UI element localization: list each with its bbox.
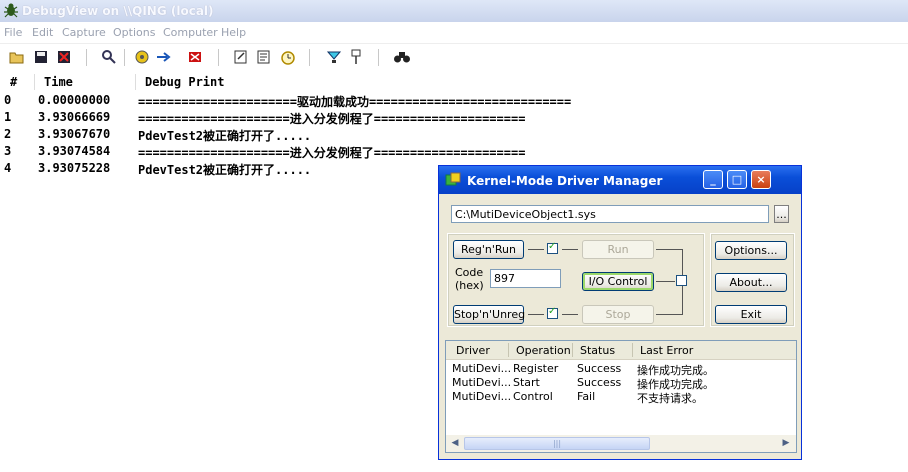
connector-line <box>562 249 578 250</box>
column-header-operation[interactable]: Operation <box>516 344 571 357</box>
menu-bar: File Edit Capture Options Computer Help <box>0 23 908 42</box>
maximize-icon[interactable]: □ <box>727 170 747 189</box>
io-control-checkbox[interactable] <box>676 275 687 286</box>
window-title: DebugView on \\QING (local) <box>22 4 214 18</box>
list-item[interactable]: MutiDevi... Register Success 操作成功完成。 <box>446 362 796 377</box>
list-item[interactable]: MutiDevi... Start Success 操作成功完成。 <box>446 376 796 391</box>
bracket-line <box>656 281 675 282</box>
menu-capture[interactable]: Capture <box>62 26 106 39</box>
menu-edit[interactable]: Edit <box>32 26 53 39</box>
scroll-left-icon[interactable]: ◀ <box>448 437 462 450</box>
column-header-debug-print[interactable]: Debug Print <box>145 75 224 89</box>
exit-button[interactable]: Exit <box>715 305 787 324</box>
bracket-line <box>656 314 683 315</box>
hex-label: (hex) <box>455 279 484 292</box>
column-header-last-error[interactable]: Last Error <box>640 344 693 357</box>
menu-options[interactable]: Options <box>113 26 155 39</box>
close-icon[interactable]: × <box>751 170 771 189</box>
list-item[interactable]: MutiDevi... Control Fail 不支持请求。 <box>446 390 796 405</box>
find-icon[interactable] <box>100 48 118 66</box>
column-divider[interactable] <box>632 343 633 357</box>
pin-icon[interactable] <box>347 48 365 66</box>
toolbar-separator <box>124 49 125 66</box>
stop-unreg-checkbox[interactable] <box>547 306 558 319</box>
bug-icon <box>4 3 18 18</box>
clock-icon[interactable] <box>279 48 297 66</box>
edit-icon[interactable] <box>232 48 250 66</box>
highlight-icon[interactable] <box>325 48 343 66</box>
about-button[interactable]: About... <box>715 273 787 292</box>
column-header-status[interactable]: Status <box>580 344 615 357</box>
run-button[interactable]: Run <box>582 240 654 259</box>
reg-run-checkbox[interactable] <box>547 241 558 254</box>
dialog-title-bar[interactable]: Kernel-Mode Driver Manager _ □ × <box>439 166 801 194</box>
status-list: Driver Operation Status Last Error MutiD… <box>445 340 797 453</box>
scrollbar-thumb[interactable]: ||| <box>464 437 650 450</box>
stop-unreg-button[interactable]: Stop'n'Unreg <box>453 305 525 324</box>
browse-button[interactable]: ... <box>774 205 789 223</box>
save-icon[interactable] <box>32 48 50 66</box>
column-header-time[interactable]: Time <box>44 75 73 89</box>
properties-icon[interactable] <box>255 48 273 66</box>
log-row[interactable]: 3 3.93074584 =====================进入分发例程… <box>0 144 900 161</box>
code-label: Code <box>455 266 484 279</box>
menu-help[interactable]: Help <box>221 26 246 39</box>
bracket-line <box>656 249 683 250</box>
capture-icon[interactable] <box>133 48 151 66</box>
log-row[interactable]: 2 3.93067670 PdevTest2被正确打开了..... <box>0 127 900 144</box>
autoscroll-icon[interactable] <box>155 48 173 66</box>
column-divider[interactable] <box>34 74 35 90</box>
column-divider[interactable] <box>508 343 509 357</box>
driver-manager-dialog: Kernel-Mode Driver Manager _ □ × C:\Muti… <box>438 165 802 460</box>
horizontal-scrollbar[interactable]: ◀ ||| ▶ <box>446 435 796 452</box>
log-row[interactable]: 1 3.93066669 =====================进入分发例程… <box>0 110 900 127</box>
column-divider[interactable] <box>135 74 136 90</box>
column-header-number[interactable]: # <box>10 75 17 89</box>
column-divider[interactable] <box>572 343 573 357</box>
log-list-header: # Time Debug Print <box>0 72 908 92</box>
column-header-driver[interactable]: Driver <box>456 344 490 357</box>
open-icon[interactable] <box>8 48 26 66</box>
connector-line <box>528 249 544 250</box>
menu-computer[interactable]: Computer <box>163 26 218 39</box>
filter-icon[interactable] <box>186 48 204 66</box>
connector-line <box>528 314 544 315</box>
toolbar <box>0 43 908 72</box>
title-bar: DebugView on \\QING (local) <box>0 0 908 22</box>
clear-icon[interactable] <box>55 48 73 66</box>
reg-run-button[interactable]: Reg'n'Run <box>453 240 524 259</box>
options-button[interactable]: Options... <box>715 241 787 260</box>
menu-file[interactable]: File <box>4 26 22 39</box>
toolbar-separator <box>86 49 87 66</box>
toolbar-separator <box>378 49 379 66</box>
driver-path-input[interactable]: C:\MutiDeviceObject1.sys <box>451 205 769 223</box>
minimize-icon[interactable]: _ <box>703 170 723 189</box>
code-input[interactable]: 897 <box>490 269 561 288</box>
stop-button[interactable]: Stop <box>582 305 654 324</box>
scroll-right-icon[interactable]: ▶ <box>779 437 793 450</box>
connector-line <box>562 314 578 315</box>
status-list-header: Driver Operation Status Last Error <box>446 341 796 360</box>
io-control-button[interactable]: I/O Control <box>582 272 654 291</box>
binoculars-icon[interactable] <box>393 48 411 66</box>
log-row[interactable]: 0 0.00000000 ======================驱动加载成… <box>0 93 900 110</box>
toolbar-separator <box>309 49 310 66</box>
toolbar-separator <box>218 49 219 66</box>
dialog-title: Kernel-Mode Driver Manager <box>467 174 663 188</box>
driver-manager-icon <box>445 172 461 186</box>
